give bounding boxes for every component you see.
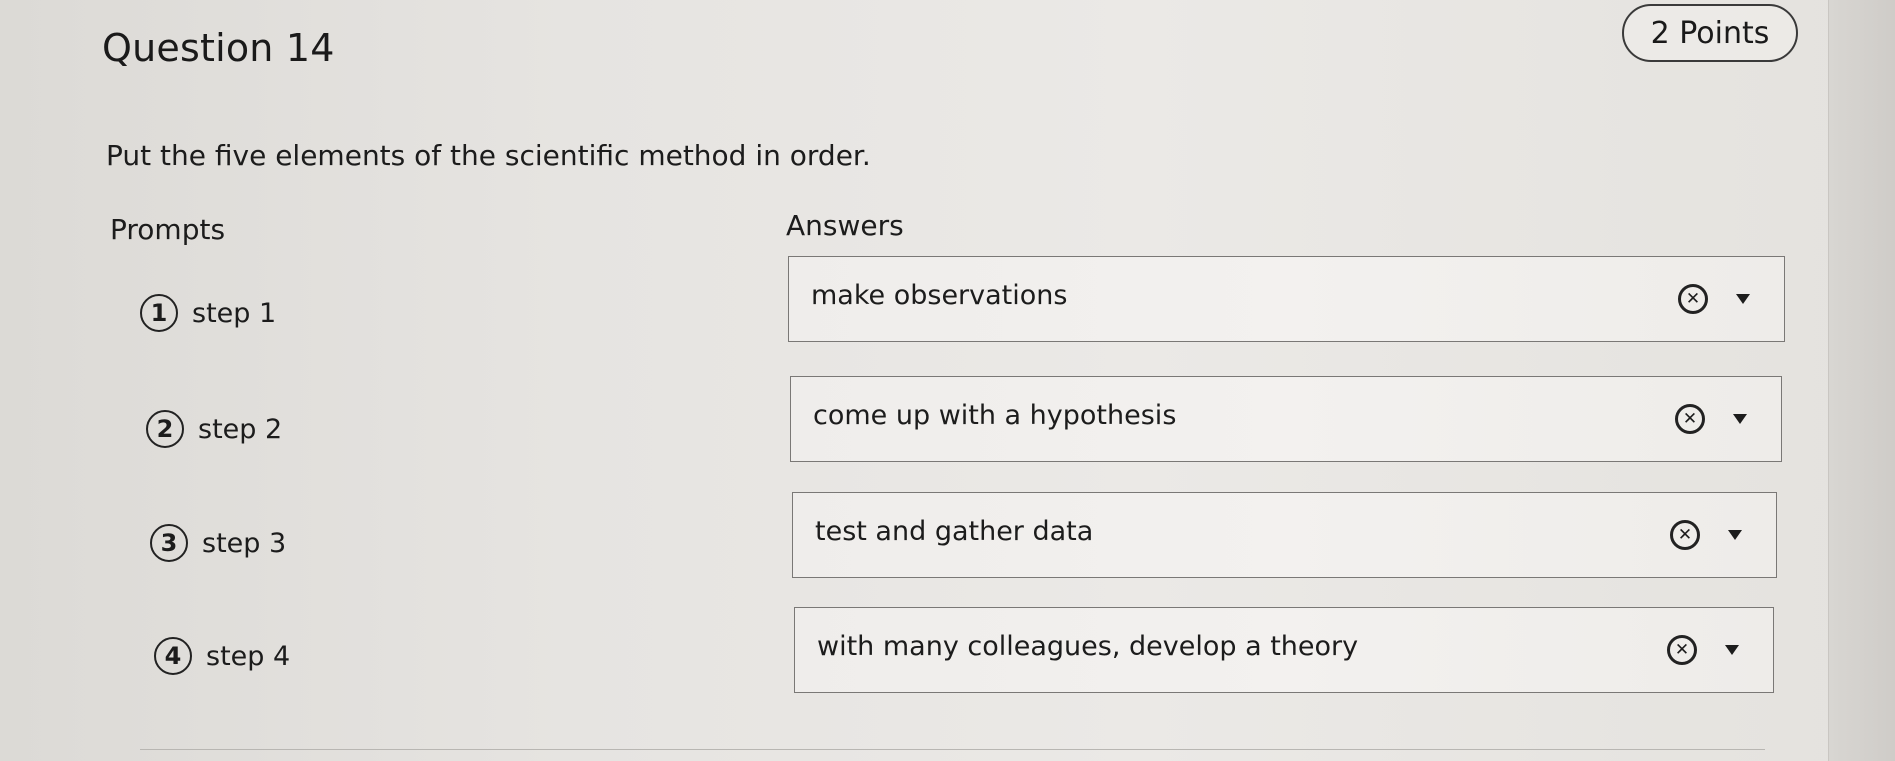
points-badge: 2 Points (1622, 4, 1798, 62)
caret-down-icon[interactable] (1728, 530, 1742, 540)
clear-circle-x-icon[interactable]: ✕ (1667, 635, 1697, 665)
caret-down-icon[interactable] (1736, 294, 1750, 304)
answer-select-3[interactable]: test and gather data ✕ (792, 492, 1777, 578)
prompt-row-3: 3 step 3 (150, 524, 286, 562)
prompts-heading: Prompts (110, 213, 226, 246)
prompt-number-badge: 1 (140, 294, 178, 332)
answer-select-2[interactable]: come up with a hypothesis ✕ (790, 376, 1782, 462)
answer-selected-value: test and gather data (815, 515, 1094, 547)
answers-heading: Answers (786, 209, 904, 242)
prompt-row-2: 2 step 2 (146, 410, 282, 448)
caret-down-icon[interactable] (1733, 414, 1747, 424)
prompt-label: step 2 (198, 413, 283, 445)
question-instructions: Put the five elements of the scientific … (106, 139, 871, 172)
clear-circle-x-icon[interactable]: ✕ (1675, 404, 1705, 434)
prompt-row-4: 4 step 4 (154, 637, 290, 675)
prompt-label: step 1 (192, 297, 277, 329)
prompt-label: step 3 (202, 527, 287, 559)
page-right-edge (1828, 0, 1895, 761)
prompt-number-badge: 4 (154, 637, 192, 675)
prompt-row-1: 1 step 1 (140, 294, 276, 332)
clear-circle-x-icon[interactable]: ✕ (1670, 520, 1700, 550)
answer-select-4[interactable]: with many colleagues, develop a theory ✕ (794, 607, 1774, 693)
prompt-number-badge: 3 (150, 524, 188, 562)
answer-selected-value: with many colleagues, develop a theory (817, 630, 1359, 662)
answer-selected-value: come up with a hypothesis (813, 399, 1177, 431)
answer-selected-value: make observations (811, 279, 1068, 311)
prompt-number-badge: 2 (146, 410, 184, 448)
answer-select-1[interactable]: make observations ✕ (788, 256, 1785, 342)
caret-down-icon[interactable] (1725, 645, 1739, 655)
bottom-divider (140, 749, 1765, 750)
prompt-label: step 4 (206, 640, 291, 672)
question-title: Question 14 (102, 26, 335, 70)
clear-circle-x-icon[interactable]: ✕ (1678, 284, 1708, 314)
